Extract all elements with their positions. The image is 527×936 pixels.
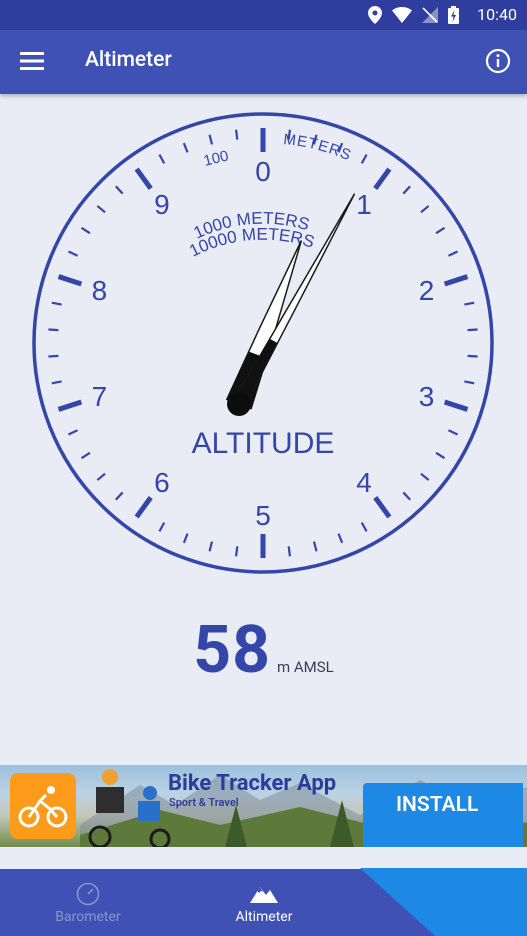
- hand-pivot: [227, 392, 251, 416]
- major-tick: [134, 496, 153, 519]
- nav-label-barometer: Barometer: [55, 909, 121, 925]
- minor-tick: [115, 491, 124, 501]
- minor-tick: [208, 134, 214, 145]
- page-title: Altimeter: [85, 48, 172, 72]
- minor-tick: [464, 301, 475, 306]
- app-bar: Altimeter: [0, 30, 527, 94]
- minor-tick: [402, 185, 411, 195]
- dial-numeral: 8: [92, 275, 108, 306]
- battery-icon: [448, 6, 459, 24]
- no-signal-icon: [422, 7, 438, 23]
- minor-tick: [48, 328, 59, 332]
- status-time: 10:40: [477, 5, 517, 24]
- install-label: INSTALL: [396, 793, 479, 817]
- status-bar: 10:40: [0, 0, 527, 30]
- dial-numeral: 3: [419, 381, 435, 412]
- minor-tick: [448, 250, 459, 257]
- dial-numeral: 5: [255, 500, 271, 531]
- cyclist-icon: [18, 786, 68, 828]
- minor-tick: [287, 546, 292, 557]
- install-button[interactable]: INSTALL: [363, 783, 523, 847]
- altitude-reading: 58 m AMSL: [0, 612, 527, 689]
- minor-tick: [467, 328, 478, 332]
- minor-tick: [420, 205, 430, 214]
- location-icon: [368, 6, 382, 24]
- major-tick: [373, 496, 392, 519]
- minor-tick: [80, 226, 91, 235]
- minor-tick: [48, 354, 59, 358]
- minor-tick: [464, 380, 475, 385]
- minor-tick: [435, 451, 446, 460]
- gauge-dial: 0123456789 100 METERS 1000 METERS 10000 …: [32, 112, 494, 574]
- minor-tick: [467, 354, 478, 358]
- status-icons: [368, 6, 459, 24]
- gauge-icon: [76, 882, 100, 906]
- minor-tick: [337, 533, 344, 544]
- ad-banner[interactable]: Bike Tracker App Sport & Travel INSTALL: [0, 765, 527, 847]
- minor-tick: [402, 491, 411, 501]
- nav-item-barometer[interactable]: Barometer: [0, 869, 176, 936]
- minor-tick: [51, 380, 62, 385]
- minor-tick: [208, 541, 214, 552]
- nav-label-altimeter: Altimeter: [235, 909, 293, 925]
- scale-100-label: 100: [202, 147, 230, 170]
- minor-tick: [435, 226, 446, 235]
- minor-tick: [67, 429, 78, 436]
- dial-numeral: 9: [154, 189, 170, 220]
- dial-numeral: 1: [356, 189, 372, 220]
- dial-numeral: 6: [154, 467, 170, 498]
- major-tick: [443, 274, 469, 287]
- minor-tick: [448, 429, 459, 436]
- dial-numeral: 0: [255, 156, 271, 187]
- ad-app-icon: [10, 773, 76, 839]
- minor-tick: [360, 522, 368, 532]
- ad-title: Bike Tracker App: [168, 771, 337, 796]
- info-icon[interactable]: [485, 48, 511, 74]
- minor-tick: [96, 205, 106, 214]
- short-hand: [225, 240, 303, 410]
- dial-numeral: 4: [356, 467, 372, 498]
- meters-arc-label: METERS: [283, 131, 355, 164]
- minor-tick: [312, 541, 318, 552]
- wifi-icon: [392, 7, 412, 23]
- minor-tick: [96, 472, 106, 481]
- altitude-unit: m AMSL: [276, 658, 334, 676]
- dial-numeral: 2: [419, 275, 435, 306]
- menu-icon[interactable]: [20, 50, 46, 72]
- altitude-label: ALTITUDE: [192, 427, 335, 460]
- minor-tick: [182, 533, 189, 544]
- install-button-tail: [360, 868, 527, 936]
- minor-tick: [182, 142, 189, 153]
- minor-tick: [80, 451, 91, 460]
- minor-tick: [234, 546, 239, 557]
- ad-subtitle: Sport & Travel: [169, 796, 239, 809]
- minor-tick: [234, 129, 239, 140]
- major-tick: [373, 167, 392, 190]
- major-tick: [57, 274, 83, 287]
- major-tick: [443, 399, 469, 412]
- major-tick: [57, 399, 83, 412]
- minor-tick: [158, 154, 166, 164]
- nav-item-altimeter[interactable]: Altimeter: [176, 869, 352, 936]
- minor-tick: [158, 522, 166, 532]
- major-tick: [134, 167, 153, 190]
- altitude-value: 58: [193, 612, 271, 689]
- minor-tick: [360, 154, 368, 164]
- minor-tick: [115, 185, 124, 195]
- minor-tick: [420, 472, 430, 481]
- dial-numeral: 7: [92, 381, 108, 412]
- altimeter-gauge: 0123456789 100 METERS 1000 METERS 10000 …: [0, 94, 527, 594]
- minor-tick: [51, 301, 62, 306]
- mountain-icon: [250, 887, 278, 903]
- minor-tick: [67, 250, 78, 257]
